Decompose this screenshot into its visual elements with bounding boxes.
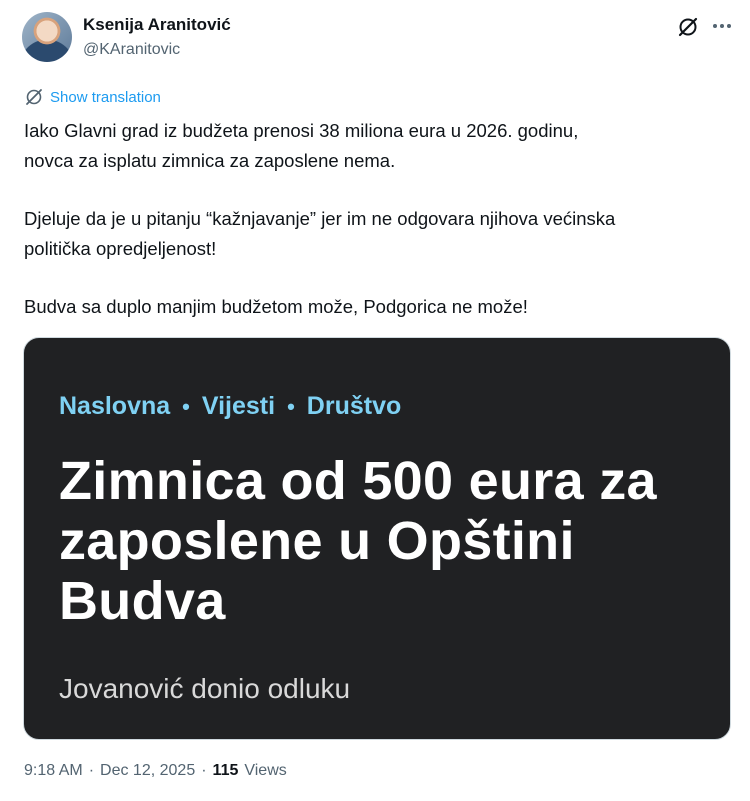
tweet-line: Budva sa duplo manjim budžetom može, Pod…: [24, 296, 528, 317]
headline-line: Zimnica od 500 eura za: [59, 451, 657, 511]
more-icon[interactable]: [710, 14, 734, 38]
views-label: Views: [244, 762, 287, 779]
translate-icon: [24, 87, 44, 107]
breadcrumb-item: Vijesti: [201, 392, 276, 420]
tweet-date[interactable]: Dec 12, 2025: [100, 762, 195, 780]
tweet-meta: 9:18 AM · Dec 12, 2025 · 115 Views: [24, 762, 287, 780]
breadcrumb-separator: •: [287, 393, 295, 419]
tweet-line: novca za isplatu zimnica za zaposlene ne…: [24, 150, 396, 171]
avatar[interactable]: [22, 12, 72, 62]
tweet-line: Djeluje da je u pitanju “kažnjavanje” je…: [24, 208, 616, 229]
headline-line: Budva: [59, 571, 226, 631]
show-translation-label[interactable]: Show translation: [50, 89, 161, 106]
author-handle[interactable]: @KAranitovic: [83, 41, 180, 59]
show-translation-link[interactable]: Show translation: [24, 87, 161, 107]
breadcrumb-separator: •: [182, 393, 190, 419]
tweet-time[interactable]: 9:18 AM: [24, 762, 83, 780]
author-name[interactable]: Ksenija Aranitović: [83, 15, 231, 35]
card-headline: Zimnica od 500 eura za zaposlene u Opšti…: [59, 451, 709, 631]
breadcrumb-item: Društvo: [306, 392, 402, 420]
headline-line: zaposlene u Opštini: [59, 511, 575, 571]
tweet-text: Iako Glavni grad iz budžeta prenosi 38 m…: [24, 116, 729, 322]
tweet-line: Iako Glavni grad iz budžeta prenosi 38 m…: [24, 120, 579, 141]
tweet-line: politička opredjeljenost!: [24, 238, 217, 259]
breadcrumb: Naslovna • Vijesti • Društvo: [59, 392, 401, 421]
grok-icon[interactable]: [677, 16, 699, 38]
tweet-header: Ksenija Aranitović @KAranitovic: [22, 12, 732, 64]
card-subtitle: Jovanović donio odluku: [59, 673, 351, 704]
breadcrumb-item: Naslovna: [59, 392, 171, 420]
meta-separator: ·: [201, 762, 207, 779]
media-card[interactable]: Naslovna • Vijesti • Društvo Zimnica od …: [23, 337, 731, 740]
meta-separator: ·: [88, 762, 95, 779]
views-count: 115: [212, 762, 239, 779]
